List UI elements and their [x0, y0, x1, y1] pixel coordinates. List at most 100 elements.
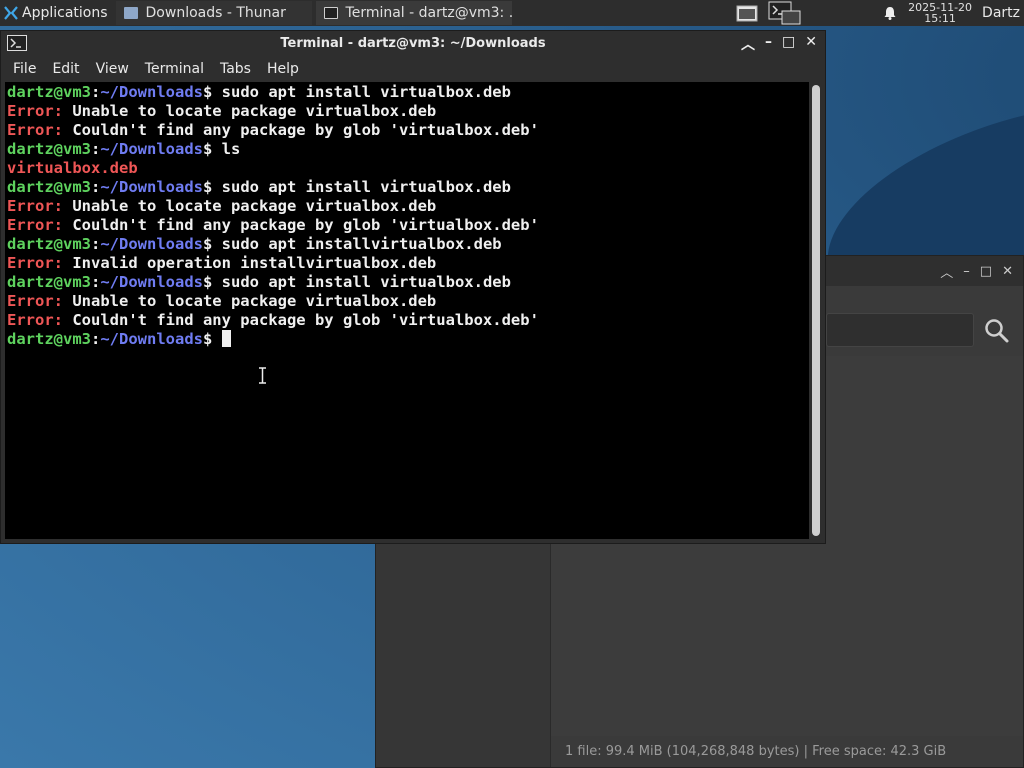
error-message: Unable to locate package virtualbox.deb: [72, 292, 437, 310]
terminal-icon: [323, 7, 338, 19]
prompt-command: ls: [221, 140, 241, 158]
prompt-sep: :: [91, 330, 101, 348]
prompt-command: sudo apt install virtualbox.deb: [221, 273, 511, 291]
terminal-scrollbar[interactable]: [809, 82, 823, 539]
terminal-cursor: [221, 330, 231, 347]
prompt-command: sudo apt installvirtualbox.deb: [221, 235, 502, 253]
terminal-launcher-icon[interactable]: [768, 1, 802, 25]
menu-file[interactable]: File: [5, 61, 44, 77]
taskbar-label: Downloads - Thunar: [145, 5, 286, 21]
prompt-symbol: $: [203, 273, 222, 291]
error-label: Error:: [7, 292, 73, 310]
xfce-logo-icon: [4, 6, 18, 20]
prompt-sep: :: [91, 235, 101, 253]
clock-time: 15:11: [924, 12, 956, 25]
search-icon[interactable]: [984, 318, 1010, 344]
terminal-line: dartz@vm3:~/Downloads$ sudo apt install …: [7, 83, 807, 102]
prompt-user: dartz@vm3: [7, 273, 91, 291]
prompt-user: dartz@vm3: [7, 235, 91, 253]
terminal-line: Error: Invalid operation installvirtualb…: [7, 254, 807, 273]
user-menu[interactable]: Dartz: [982, 5, 1020, 21]
taskbar-item-thunar[interactable]: Downloads - Thunar: [115, 1, 312, 25]
prompt-user: dartz@vm3: [7, 83, 91, 101]
prompt-sep: :: [91, 83, 101, 101]
prompt-path: ~/Downloads: [100, 235, 203, 253]
applications-menu[interactable]: Applications: [0, 0, 112, 26]
menu-edit[interactable]: Edit: [44, 61, 87, 77]
shade-icon[interactable]: ︿: [741, 34, 755, 54]
error-label: Error:: [7, 197, 73, 215]
maximize-icon[interactable]: □: [980, 264, 992, 279]
minimize-icon[interactable]: –: [963, 264, 970, 279]
terminal-line: dartz@vm3:~/Downloads$ sudo apt installv…: [7, 235, 807, 254]
prompt-path: ~/Downloads: [100, 330, 203, 348]
error-message: Couldn't find any package by glob 'virtu…: [72, 216, 539, 234]
prompt-path: ~/Downloads: [100, 178, 203, 196]
terminal-line: dartz@vm3:~/Downloads$ sudo apt install …: [7, 273, 807, 292]
prompt-sep: :: [91, 140, 101, 158]
close-icon[interactable]: ✕: [1002, 264, 1013, 279]
prompt-user: dartz@vm3: [7, 178, 91, 196]
terminal-line: Error: Couldn't find any package by glob…: [7, 216, 807, 235]
prompt-symbol: $: [203, 330, 222, 348]
text-cursor-icon: [259, 367, 266, 384]
thunar-location-bar[interactable]: [826, 313, 974, 347]
taskbar-item-terminal[interactable]: Terminal - dartz@vm3: ...: [315, 1, 512, 25]
prompt-sep: :: [91, 273, 101, 291]
terminal-title: Terminal - dartz@vm3: ~/Downloads: [280, 36, 546, 51]
terminal-output[interactable]: dartz@vm3:~/Downloads$ sudo apt install …: [5, 82, 809, 539]
prompt-symbol: $: [203, 140, 222, 158]
minimize-icon[interactable]: –: [765, 34, 772, 54]
error-label: Error:: [7, 216, 73, 234]
prompt-symbol: $: [203, 235, 222, 253]
terminal-line: dartz@vm3:~/Downloads$ sudo apt install …: [7, 178, 807, 197]
error-label: Error:: [7, 102, 73, 120]
error-label: Error:: [7, 121, 73, 139]
terminal-line: dartz@vm3:~/Downloads$: [7, 330, 807, 349]
thunar-statusbar: 1 file: 99.4 MiB (104,268,848 bytes) | F…: [551, 736, 1023, 767]
prompt-user: dartz@vm3: [7, 330, 91, 348]
menu-help[interactable]: Help: [259, 61, 307, 77]
terminal-window[interactable]: Terminal - dartz@vm3: ~/Downloads ︿ – □ …: [0, 30, 826, 544]
prompt-path: ~/Downloads: [100, 140, 203, 158]
taskbar-label: Terminal - dartz@vm3: ...: [345, 5, 512, 21]
terminal-line: dartz@vm3:~/Downloads$ ls: [7, 140, 807, 159]
prompt-command: sudo apt install virtualbox.deb: [221, 83, 511, 101]
error-message: Couldn't find any package by glob 'virtu…: [72, 121, 539, 139]
folder-icon: [123, 7, 138, 19]
terminal-line: Error: Unable to locate package virtualb…: [7, 102, 807, 121]
error-message: Unable to locate package virtualbox.deb: [72, 102, 437, 120]
prompt-user: dartz@vm3: [7, 140, 91, 158]
menu-terminal[interactable]: Terminal: [137, 61, 212, 77]
terminal-line: Error: Couldn't find any package by glob…: [7, 121, 807, 140]
file-entry: virtualbox.deb: [7, 159, 138, 177]
maximize-icon[interactable]: □: [782, 34, 795, 54]
terminal-line: Error: Unable to locate package virtualb…: [7, 197, 807, 216]
terminal-line: Error: Couldn't find any package by glob…: [7, 311, 807, 330]
terminal-line: virtualbox.deb: [7, 159, 807, 178]
prompt-path: ~/Downloads: [100, 273, 203, 291]
error-message: Unable to locate package virtualbox.deb: [72, 197, 437, 215]
prompt-symbol: $: [203, 178, 222, 196]
prompt-sep: :: [91, 178, 101, 196]
prompt-symbol: $: [203, 83, 222, 101]
prompt-path: ~/Downloads: [100, 83, 203, 101]
clock[interactable]: 2025-11-20 15:11: [908, 2, 972, 24]
scrollbar-thumb[interactable]: [812, 85, 820, 536]
maximize-up-icon[interactable]: ︿: [940, 262, 953, 281]
error-message: Invalid operation installvirtualbox.deb: [72, 254, 437, 272]
close-icon[interactable]: ✕: [805, 34, 817, 54]
applications-label: Applications: [22, 5, 108, 21]
error-label: Error:: [7, 311, 73, 329]
prompt-command: sudo apt install virtualbox.deb: [221, 178, 511, 196]
menu-view[interactable]: View: [88, 61, 137, 77]
top-panel: Applications Downloads - Thunar Terminal…: [0, 0, 1024, 26]
terminal-menubar: File Edit View Terminal Tabs Help: [1, 57, 825, 81]
terminal-titlebar[interactable]: Terminal - dartz@vm3: ~/Downloads ︿ – □ …: [1, 31, 825, 57]
terminal-line: Error: Unable to locate package virtualb…: [7, 292, 807, 311]
error-message: Couldn't find any package by glob 'virtu…: [72, 311, 539, 329]
error-label: Error:: [7, 254, 73, 272]
notification-bell-icon[interactable]: [882, 5, 898, 21]
menu-tabs[interactable]: Tabs: [212, 61, 259, 77]
workspace-icon[interactable]: [736, 4, 758, 22]
